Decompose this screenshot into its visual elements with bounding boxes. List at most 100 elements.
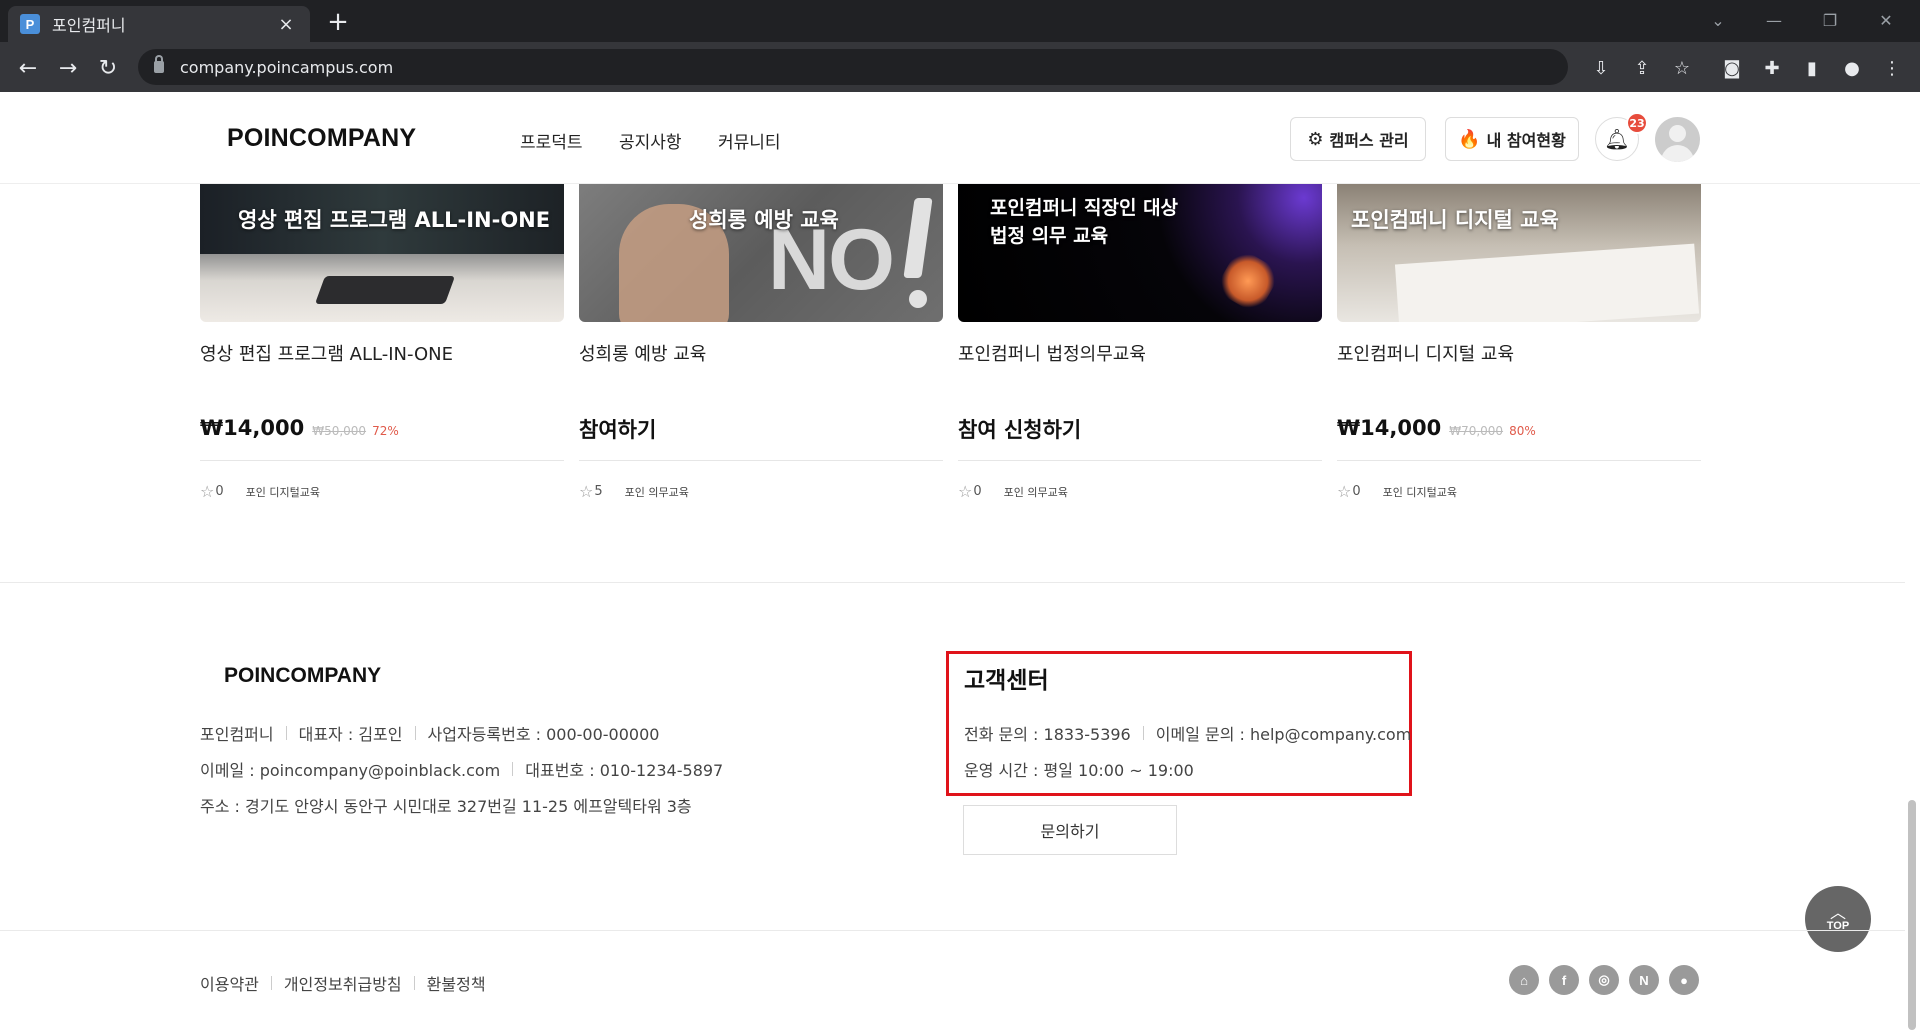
- campus-manage-button[interactable]: ⚙ 캠퍼스 관리: [1290, 117, 1426, 161]
- exclamation-shape: [909, 198, 929, 308]
- share-icon[interactable]: ⇪: [1628, 54, 1656, 82]
- nav-notices[interactable]: 공지사항: [619, 128, 682, 153]
- browser-toolbar: ← → ↻ company.poincampus.com ⇩ ⇪ ☆ ◙ ✚ ▮…: [0, 42, 1920, 92]
- notification-badge: 23: [1626, 112, 1648, 134]
- footer-divider: [0, 930, 1905, 931]
- chat-icon[interactable]: ●: [1669, 965, 1699, 995]
- price-row: ₩14,000 ₩70,000 80%: [1337, 416, 1536, 440]
- restore-icon[interactable]: ❐: [1802, 0, 1858, 40]
- product-thumbnail[interactable]: NO 성희롱 예방 교육: [579, 184, 943, 322]
- window-close-icon[interactable]: ✕: [1858, 0, 1914, 40]
- category-tag: 포인 의무교육: [624, 485, 689, 499]
- product-title[interactable]: 영상 편집 프로그램 ALL-IN-ONE: [200, 340, 453, 366]
- keyboard-image: [314, 276, 456, 304]
- reload-icon[interactable]: ↻: [92, 52, 124, 84]
- product-card[interactable]: 포인컴퍼니 직장인 대상 법정 의무 교육 포인컴퍼니 법정의무교육 참여 신청…: [958, 184, 1322, 501]
- divider: [1337, 460, 1701, 461]
- customer-center-hours: 운영 시간 : 평일 10:00 ~ 19:00: [964, 757, 1194, 781]
- thumbnail-caption-line1: 포인컴퍼니 직장인 대상: [990, 197, 1179, 219]
- glow-shape: [1213, 246, 1283, 316]
- star-icon: ☆: [200, 482, 215, 501]
- page-scrollbar-thumb[interactable]: [1908, 800, 1916, 1030]
- my-participation-button[interactable]: 🔥 내 참여현황: [1445, 117, 1579, 161]
- profile-icon[interactable]: ●: [1838, 54, 1866, 82]
- price: ₩14,000: [200, 416, 305, 440]
- scroll-top-button[interactable]: ︿ TOP: [1805, 886, 1871, 952]
- product-card[interactable]: 포인컴퍼니 디지털 교육 포인컴퍼니 디지털 교육 ₩14,000 ₩70,00…: [1337, 184, 1701, 501]
- product-thumbnail[interactable]: 포인컴퍼니 디지털 교육: [1337, 184, 1701, 322]
- favicon-icon: P: [20, 14, 40, 34]
- facebook-icon[interactable]: f: [1549, 965, 1579, 995]
- forward-icon[interactable]: →: [52, 52, 84, 84]
- discount-rate: 80%: [1509, 424, 1536, 438]
- separator: [270, 976, 272, 990]
- product-card[interactable]: 영상 편집 프로그램 ALL-IN-ONE 영상 편집 프로그램 ALL-IN-…: [200, 184, 564, 501]
- address-bar[interactable]: company.poincampus.com: [138, 49, 1568, 85]
- avatar[interactable]: [1655, 117, 1700, 162]
- product-title[interactable]: 포인컴퍼니 법정의무교육: [958, 340, 1146, 366]
- nav-products[interactable]: 프로덕트: [520, 128, 583, 153]
- refund-link[interactable]: 환불정책: [427, 971, 486, 995]
- separator: [1142, 726, 1144, 740]
- ceo-name: 대표자 : 김포인: [298, 725, 403, 744]
- company-name: 포인컴퍼니: [200, 725, 274, 744]
- thumbnail-caption-line2: 법정 의무 교육: [990, 225, 1109, 247]
- home-icon[interactable]: ⌂: [1509, 965, 1539, 995]
- rating: 0: [973, 484, 982, 499]
- inquiry-button[interactable]: 문의하기: [963, 805, 1177, 855]
- side-panel-icon[interactable]: ▮: [1798, 54, 1826, 82]
- chevron-up-icon: ︿: [1829, 903, 1846, 922]
- company-info-line: 포인컴퍼니 대표자 : 김포인 사업자등록번호 : 000-00-00000: [200, 721, 659, 745]
- product-thumbnail[interactable]: 영상 편집 프로그램 ALL-IN-ONE: [200, 184, 564, 322]
- original-price: ₩50,000: [312, 424, 367, 438]
- divider: [579, 460, 943, 461]
- site-logo[interactable]: POINCOMPANY: [227, 124, 416, 153]
- business-number: 사업자등록번호 : 000-00-00000: [427, 725, 660, 744]
- fire-icon: 🔥: [1458, 128, 1481, 150]
- instagram-icon[interactable]: ◎: [1589, 965, 1619, 995]
- paper-image: [1394, 243, 1700, 322]
- my-participation-label: 내 참여현황: [1486, 131, 1566, 150]
- back-icon[interactable]: ←: [12, 52, 44, 84]
- apply-cta[interactable]: 참여 신청하기: [958, 414, 1081, 444]
- camera-icon[interactable]: ◙: [1718, 54, 1746, 82]
- extensions-icon[interactable]: ✚: [1758, 54, 1786, 82]
- menu-icon[interactable]: ⋮: [1878, 54, 1906, 82]
- company-phone: 대표번호 : 010-1234-5897: [525, 761, 724, 780]
- category-tag: 포인 의무교육: [1003, 485, 1068, 499]
- customer-center-title: 고객센터: [964, 668, 1049, 694]
- nav-community[interactable]: 커뮤니티: [718, 128, 781, 153]
- product-meta: ☆ 0 포인 디지털교육: [1337, 482, 1457, 501]
- browser-tab[interactable]: P 포인컴퍼니 ×: [8, 6, 310, 42]
- price: ₩14,000: [1337, 416, 1442, 440]
- product-card[interactable]: NO 성희롱 예방 교육 성희롱 예방 교육 참여하기 ☆ 5 포인 의무교육: [579, 184, 943, 501]
- price-row: ₩14,000 ₩50,000 72%: [200, 416, 399, 440]
- thumbnail-caption: 성희롱 예방 교육: [689, 208, 839, 232]
- product-title[interactable]: 성희롱 예방 교육: [579, 340, 706, 366]
- separator: [285, 726, 287, 740]
- install-icon[interactable]: ⇩: [1587, 54, 1615, 82]
- separator: [413, 976, 415, 990]
- naver-icon[interactable]: N: [1629, 965, 1659, 995]
- rating: 5: [594, 484, 603, 499]
- rating: 0: [1352, 484, 1361, 499]
- category-tag: 포인 디지털교육: [1382, 485, 1457, 499]
- privacy-link[interactable]: 개인정보취급방침: [284, 971, 402, 995]
- minimize-icon[interactable]: —: [1746, 0, 1802, 40]
- terms-link[interactable]: 이용약관: [200, 971, 259, 995]
- url-text: company.poincampus.com: [180, 57, 394, 77]
- new-tab-button[interactable]: +: [322, 6, 354, 38]
- policy-links: 이용약관 개인정보취급방침 환불정책: [200, 971, 486, 995]
- product-thumbnail[interactable]: 포인컴퍼니 직장인 대상 법정 의무 교육: [958, 184, 1322, 322]
- site-header: POINCOMPANY 프로덕트 공지사항 커뮤니티 ⚙ 캠퍼스 관리 🔥 내 …: [0, 92, 1920, 184]
- cs-email: 이메일 문의 : help@company.com: [1155, 725, 1412, 744]
- tab-search-icon[interactable]: ⌄: [1690, 0, 1746, 40]
- participate-cta[interactable]: 참여하기: [579, 414, 656, 444]
- star-icon: ☆: [579, 482, 594, 501]
- cs-phone: 전화 문의 : 1833-5396: [964, 725, 1131, 744]
- category-tag: 포인 디지털교육: [245, 485, 320, 499]
- tab-close-icon[interactable]: ×: [274, 14, 298, 35]
- star-icon: ☆: [1337, 482, 1352, 501]
- product-title[interactable]: 포인컴퍼니 디지털 교육: [1337, 340, 1514, 366]
- bookmark-star-icon[interactable]: ☆: [1668, 54, 1696, 82]
